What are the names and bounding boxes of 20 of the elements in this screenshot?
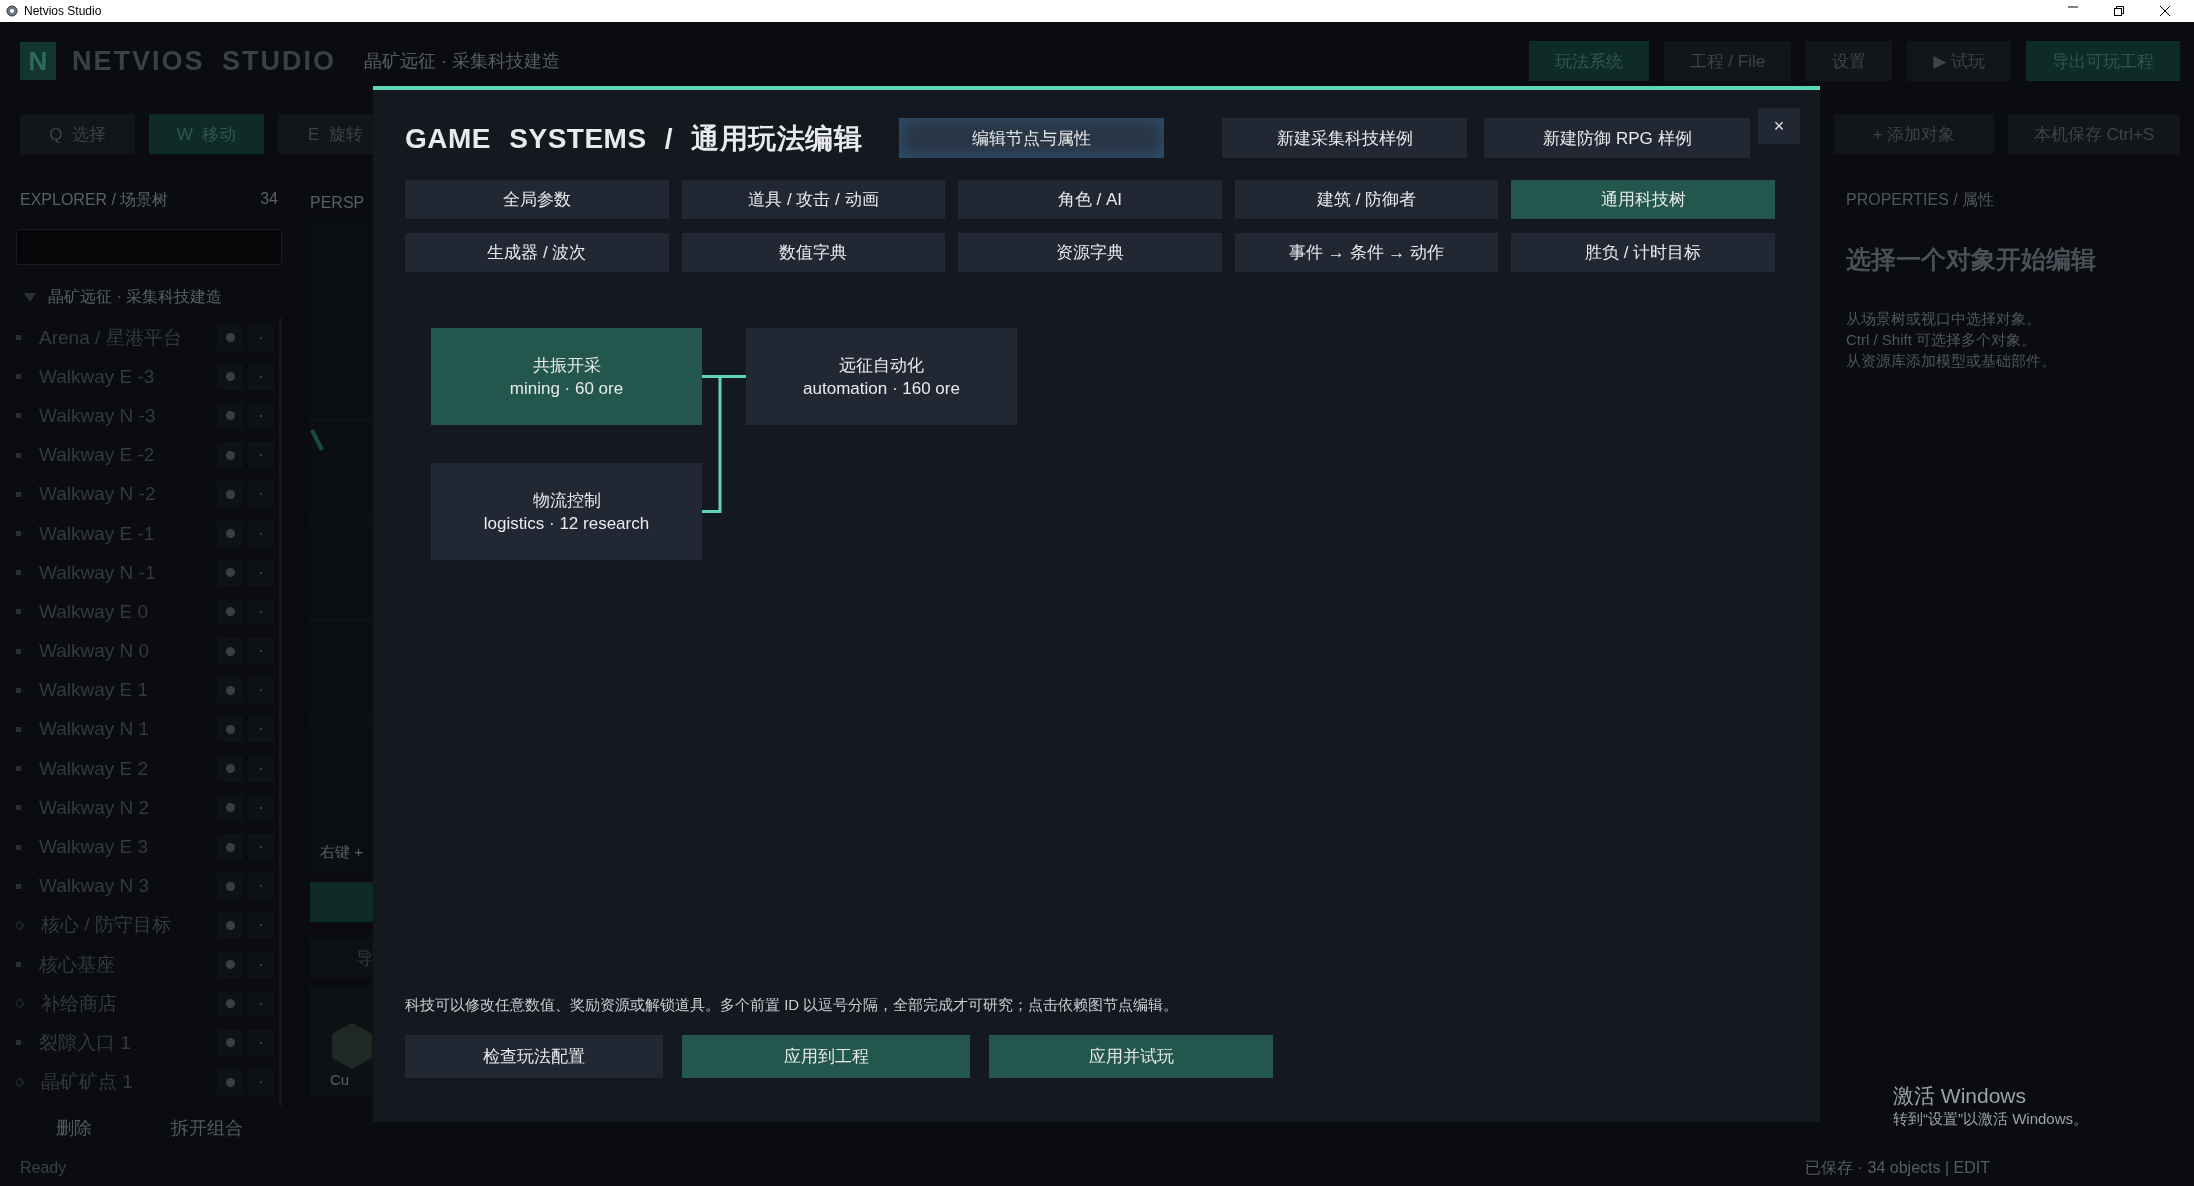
panel-title: EXPLORER / 场景树 (20, 190, 169, 210)
window-title: Netvios Studio (24, 4, 102, 18)
status-text: Ready (20, 1159, 67, 1177)
asset-label: Cu (330, 1071, 350, 1088)
activation-title: 激活 Windows (1893, 1083, 2028, 1109)
hint-text: 从场景树或视口中选择对象。 (1846, 309, 2042, 329)
activation-text: 转到“设置”以激活 Windows。 (1893, 1110, 2088, 1129)
object-count: 34 (260, 190, 278, 209)
status-info: 已保存 · 34 objects | EDIT (1805, 1157, 1990, 1178)
viewport-label: PERSP (310, 194, 365, 212)
hint-text: 从资源库添加模型或基础部件。 (1846, 351, 2057, 371)
viewport-hint: 右键 + (320, 843, 363, 862)
hint-text: Ctrl / Shift 可选择多个对象。 (1846, 330, 2037, 350)
dialog-title: GAME SYSTEMS / 通用玩法编辑 (405, 122, 863, 156)
project-name: 晶矿远征 · 采集科技建造 (364, 50, 561, 73)
empty-state-heading: 选择一个对象开始编辑 (1846, 244, 2097, 275)
tree-root-label: 晶矿远征 · 采集科技建造 (48, 287, 223, 307)
app-name: NETVIOS STUDIO (72, 45, 337, 77)
hint-text: 科技可以修改任意数值、奖励资源或解锁道具。多个前置 ID 以逗号分隔，全部完成才可研究；点击依赖图节点编辑。 (405, 996, 1180, 1015)
panel-title: PROPERTIES / 属性 (1846, 190, 1996, 210)
